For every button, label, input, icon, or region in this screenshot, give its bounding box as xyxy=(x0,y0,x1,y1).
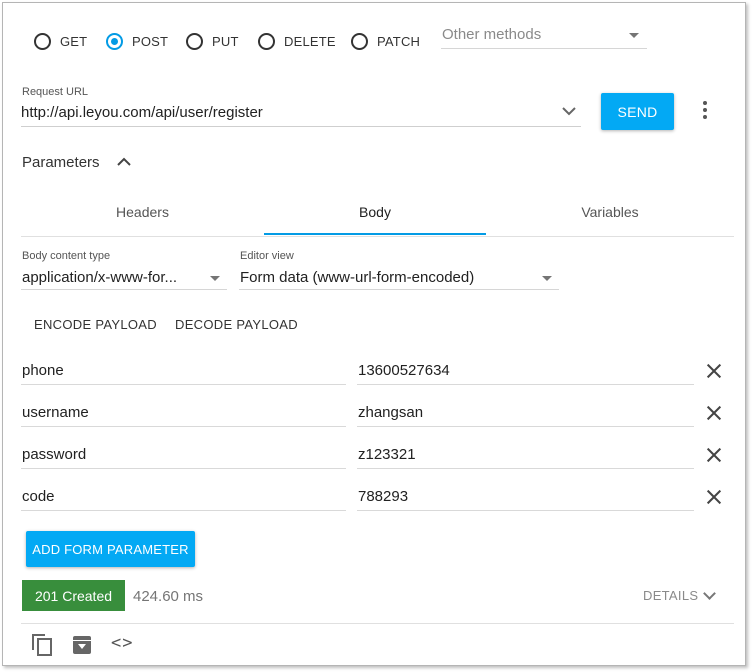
chevron-down-icon xyxy=(542,276,552,281)
method-label-delete: DELETE xyxy=(284,34,336,49)
form-param-name-field[interactable]: code xyxy=(21,482,346,511)
chevron-down-icon xyxy=(210,276,220,281)
body-content-type-select[interactable]: application/x-www-for... xyxy=(21,267,227,290)
details-button[interactable]: DETAILS xyxy=(643,588,698,603)
request-url-label: Request URL xyxy=(22,86,89,98)
tab-active-indicator xyxy=(264,233,486,235)
form-param-value: zhangsan xyxy=(358,404,424,421)
method-label-post: POST xyxy=(132,34,169,49)
editor-view-value: Form data (www-url-form-encoded) xyxy=(240,269,475,286)
form-param-name: password xyxy=(22,446,87,463)
code-icon[interactable]: <> xyxy=(111,633,133,653)
add-form-parameter-button[interactable]: ADD FORM PARAMETER xyxy=(26,531,195,567)
chevron-down-icon[interactable] xyxy=(562,106,576,116)
response-timing: 424.60 ms xyxy=(133,588,204,605)
radio-get[interactable] xyxy=(34,33,51,50)
chevron-up-icon[interactable] xyxy=(117,157,131,167)
radio-patch[interactable] xyxy=(351,33,368,50)
method-label-patch: PATCH xyxy=(377,34,421,49)
body-content-type-label: Body content type xyxy=(22,250,111,262)
method-label-get: GET xyxy=(60,34,88,49)
more-vert-icon[interactable] xyxy=(703,101,709,121)
form-param-name: phone xyxy=(22,362,64,379)
form-param-name: username xyxy=(22,404,89,421)
close-icon[interactable] xyxy=(706,447,722,463)
form-param-value-field[interactable]: 788293 xyxy=(357,482,694,511)
other-methods-select[interactable]: Other methods xyxy=(441,24,647,49)
radio-post[interactable] xyxy=(106,33,123,50)
form-param-value-field[interactable]: zhangsan xyxy=(357,398,694,427)
form-param-name: code xyxy=(22,488,55,505)
close-icon[interactable] xyxy=(706,489,722,505)
tab-variables[interactable]: Variables xyxy=(486,190,734,234)
form-param-name-field[interactable]: username xyxy=(21,398,346,427)
form-param-value: 788293 xyxy=(358,488,409,505)
form-param-value-field[interactable]: 13600527634 xyxy=(357,356,694,385)
radio-delete[interactable] xyxy=(258,33,275,50)
other-methods-placeholder: Other methods xyxy=(442,26,542,43)
close-icon[interactable] xyxy=(706,363,722,379)
editor-view-label: Editor view xyxy=(240,250,294,262)
divider xyxy=(21,623,734,624)
tab-headers[interactable]: Headers xyxy=(21,190,264,234)
close-icon[interactable] xyxy=(706,405,722,421)
encode-payload-button[interactable]: ENCODE PAYLOAD xyxy=(34,317,157,332)
tab-body[interactable]: Body xyxy=(264,190,486,234)
radio-put[interactable] xyxy=(186,33,203,50)
copy-icon[interactable] xyxy=(32,634,52,656)
send-button[interactable]: SEND xyxy=(601,93,674,130)
parameters-tabs: Headers Body Variables xyxy=(21,190,734,237)
request-url-input[interactable] xyxy=(21,100,551,124)
chevron-down-icon xyxy=(629,33,639,38)
body-content-type-value: application/x-www-for... xyxy=(22,269,178,286)
form-param-value: z123321 xyxy=(358,446,416,463)
form-param-name-field[interactable]: phone xyxy=(21,356,346,385)
archive-icon[interactable] xyxy=(73,636,91,654)
decode-payload-button[interactable]: DECODE PAYLOAD xyxy=(175,317,298,332)
method-label-put: PUT xyxy=(212,34,239,49)
form-param-name-field[interactable]: password xyxy=(21,440,346,469)
status-badge: 201 Created xyxy=(22,580,125,611)
request-url-field xyxy=(21,100,581,127)
form-param-value-field[interactable]: z123321 xyxy=(357,440,694,469)
editor-view-select[interactable]: Form data (www-url-form-encoded) xyxy=(239,267,559,290)
parameters-title: Parameters xyxy=(22,154,100,171)
form-param-value: 13600527634 xyxy=(358,362,450,379)
